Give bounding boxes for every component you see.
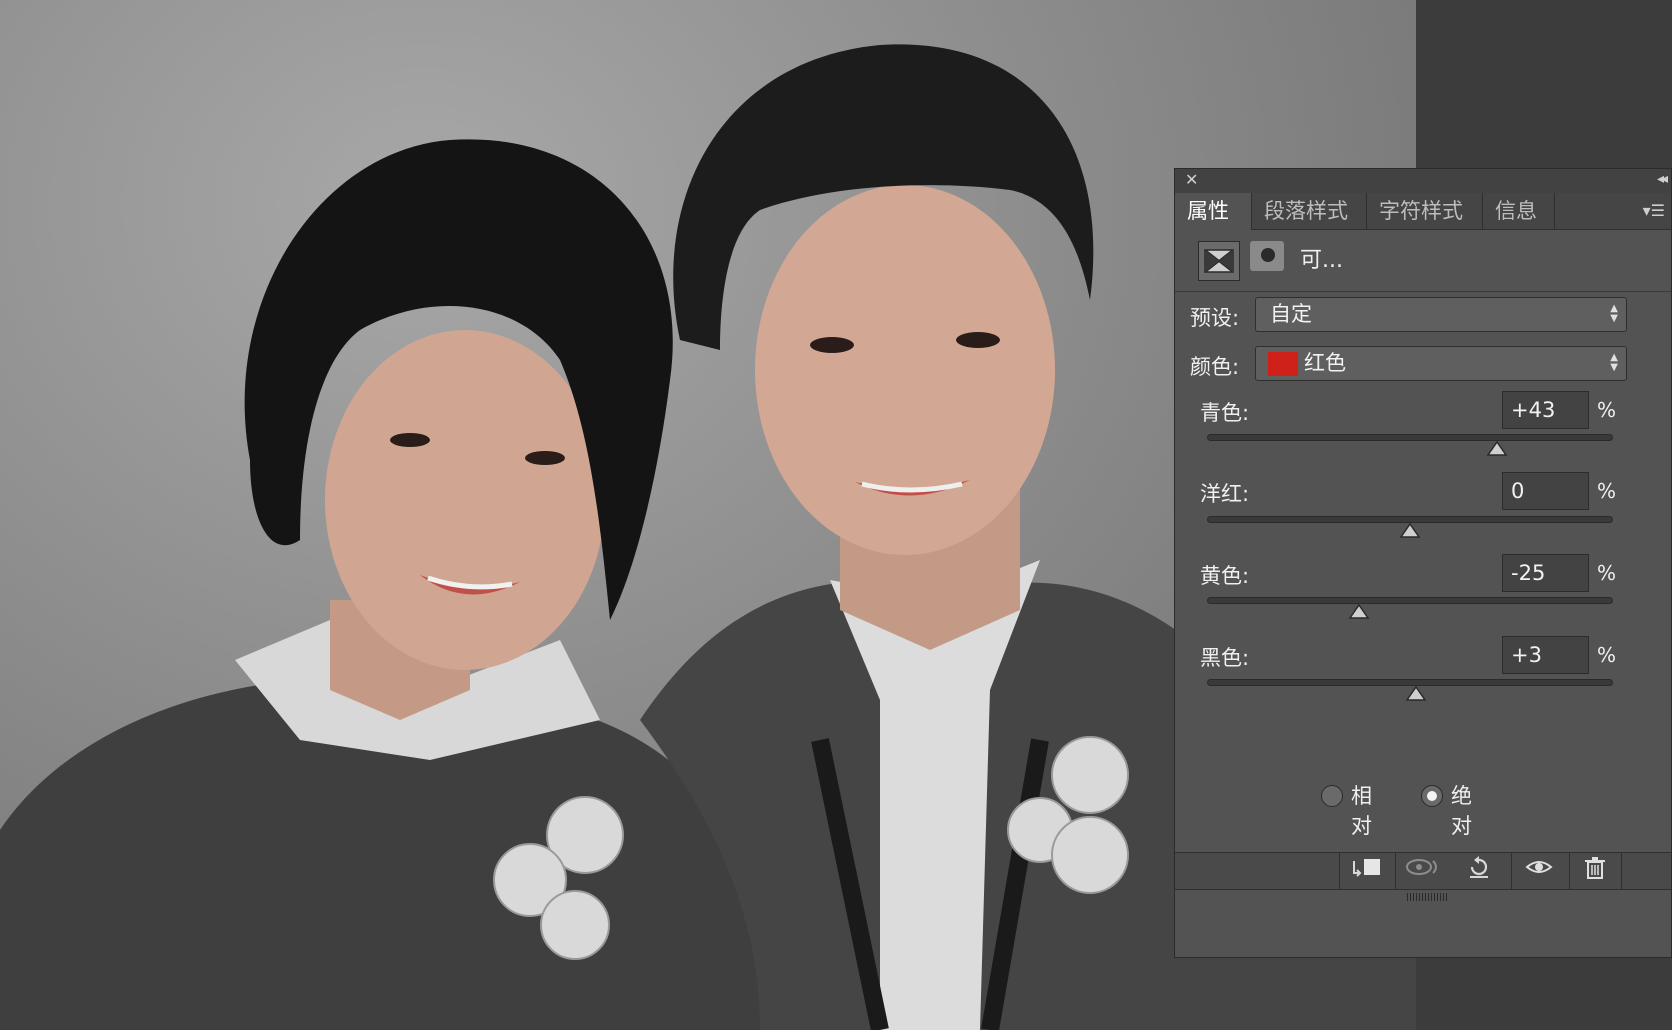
unit-label: %: [1597, 561, 1617, 585]
slider-track[interactable]: [1207, 434, 1613, 441]
tab-info[interactable]: 信息: [1483, 193, 1555, 229]
unit-label: %: [1597, 643, 1617, 667]
select-arrows-icon: ▲ ▼: [1610, 303, 1618, 324]
clip-to-layer-icon[interactable]: [1345, 855, 1389, 887]
tab-properties[interactable]: 属性: [1175, 193, 1252, 230]
delete-layer-icon[interactable]: [1573, 855, 1617, 887]
properties-panel: ✕ ◂◂ 属性 段落样式 字符样式 信息 ▾☰ 可... 预设: 自定 ▲ ▼ 颜…: [1174, 168, 1672, 958]
cyan-value-field[interactable]: +43: [1502, 391, 1589, 429]
select-arrows-icon: ▲ ▼: [1610, 352, 1618, 373]
panel-titlebar[interactable]: ✕ ◂◂: [1175, 169, 1671, 194]
slider-label: 洋红:: [1200, 482, 1250, 506]
colors-value: 红色: [1304, 351, 1346, 375]
color-swatch: [1268, 352, 1298, 376]
radio-relative[interactable]: [1321, 785, 1343, 807]
panel-tabbar: 属性 段落样式 字符样式 信息 ▾☰: [1175, 193, 1671, 230]
magenta-value-field[interactable]: 0: [1502, 472, 1589, 510]
slider-track[interactable]: [1207, 679, 1613, 686]
adjustment-header: 可...: [1175, 229, 1671, 292]
preset-select[interactable]: 自定 ▲ ▼: [1255, 297, 1627, 332]
panel-resize-grip[interactable]: [1407, 893, 1447, 901]
slider-label: 青色:: [1200, 401, 1250, 425]
yellow-value-field[interactable]: -25: [1502, 554, 1589, 592]
adjustment-layer-icon[interactable]: [1198, 241, 1240, 281]
tab-paragraph-styles[interactable]: 段落样式: [1252, 193, 1367, 229]
view-previous-state-icon[interactable]: [1401, 855, 1445, 887]
close-icon[interactable]: ✕: [1185, 170, 1198, 189]
colors-label: 颜色:: [1190, 355, 1240, 379]
unit-label: %: [1597, 398, 1617, 422]
colors-select[interactable]: 红色 ▲ ▼: [1255, 346, 1627, 381]
preset-value: 自定: [1270, 302, 1312, 326]
panel-bottom-toolbar: [1175, 852, 1671, 890]
tab-character-styles[interactable]: 字符样式: [1367, 193, 1483, 229]
layer-mask-icon[interactable]: [1250, 241, 1284, 271]
collapse-panel-icon[interactable]: ◂◂: [1657, 171, 1668, 187]
slider-label: 黄色:: [1200, 564, 1250, 588]
toggle-visibility-icon[interactable]: [1517, 855, 1561, 887]
unit-label: %: [1597, 479, 1617, 503]
radio-absolute[interactable]: [1421, 785, 1443, 807]
radio-relative-label[interactable]: 相对: [1351, 781, 1372, 841]
radio-absolute-label[interactable]: 绝对: [1451, 781, 1472, 841]
panel-menu-icon[interactable]: ▾☰: [1643, 201, 1665, 220]
reset-adjustment-icon[interactable]: [1457, 855, 1501, 887]
slider-label: 黑色:: [1200, 646, 1250, 670]
adjustment-name: 可...: [1300, 248, 1343, 273]
preset-label: 预设:: [1190, 306, 1240, 330]
slider-track[interactable]: [1207, 516, 1613, 523]
black-value-field[interactable]: +3: [1502, 636, 1589, 674]
slider-track[interactable]: [1207, 597, 1613, 604]
